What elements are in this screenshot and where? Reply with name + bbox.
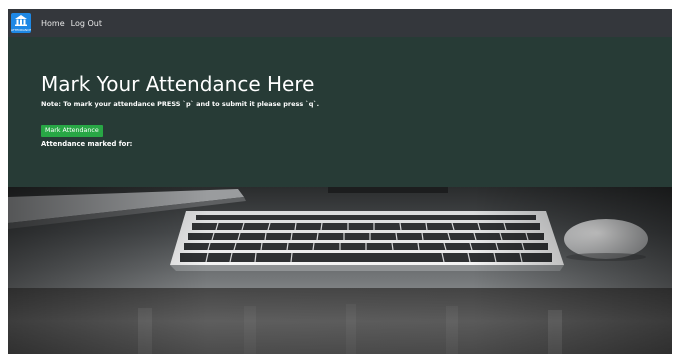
nav-links: Home Log Out [41, 19, 102, 28]
page-title: Mark Your Attendance Here [41, 72, 315, 96]
lower-background-photo [8, 288, 672, 354]
nav-logout-link[interactable]: Log Out [71, 19, 102, 28]
attendance-marked-label: Attendance marked for: [41, 140, 133, 148]
nav-home-link[interactable]: Home [41, 19, 65, 28]
navbar: ATTENDANCE Home Log Out [8, 9, 672, 37]
instruction-note: Note: To mark your attendance PRESS `p` … [41, 100, 320, 108]
attendance-logo-icon [15, 15, 27, 26]
keyboard-photo [8, 187, 672, 288]
mark-attendance-button[interactable]: Mark Attendance [41, 125, 103, 137]
page: ATTENDANCE Home Log Out Mark Your Attend… [0, 0, 680, 354]
brand-text: ATTENDANCE [11, 28, 32, 32]
brand-logo[interactable]: ATTENDANCE [11, 13, 31, 33]
hero-section: Mark Your Attendance Here Note: To mark … [8, 37, 672, 187]
blurred-background-photo [8, 288, 672, 354]
keyboard-and-mouse-photo [8, 187, 672, 288]
